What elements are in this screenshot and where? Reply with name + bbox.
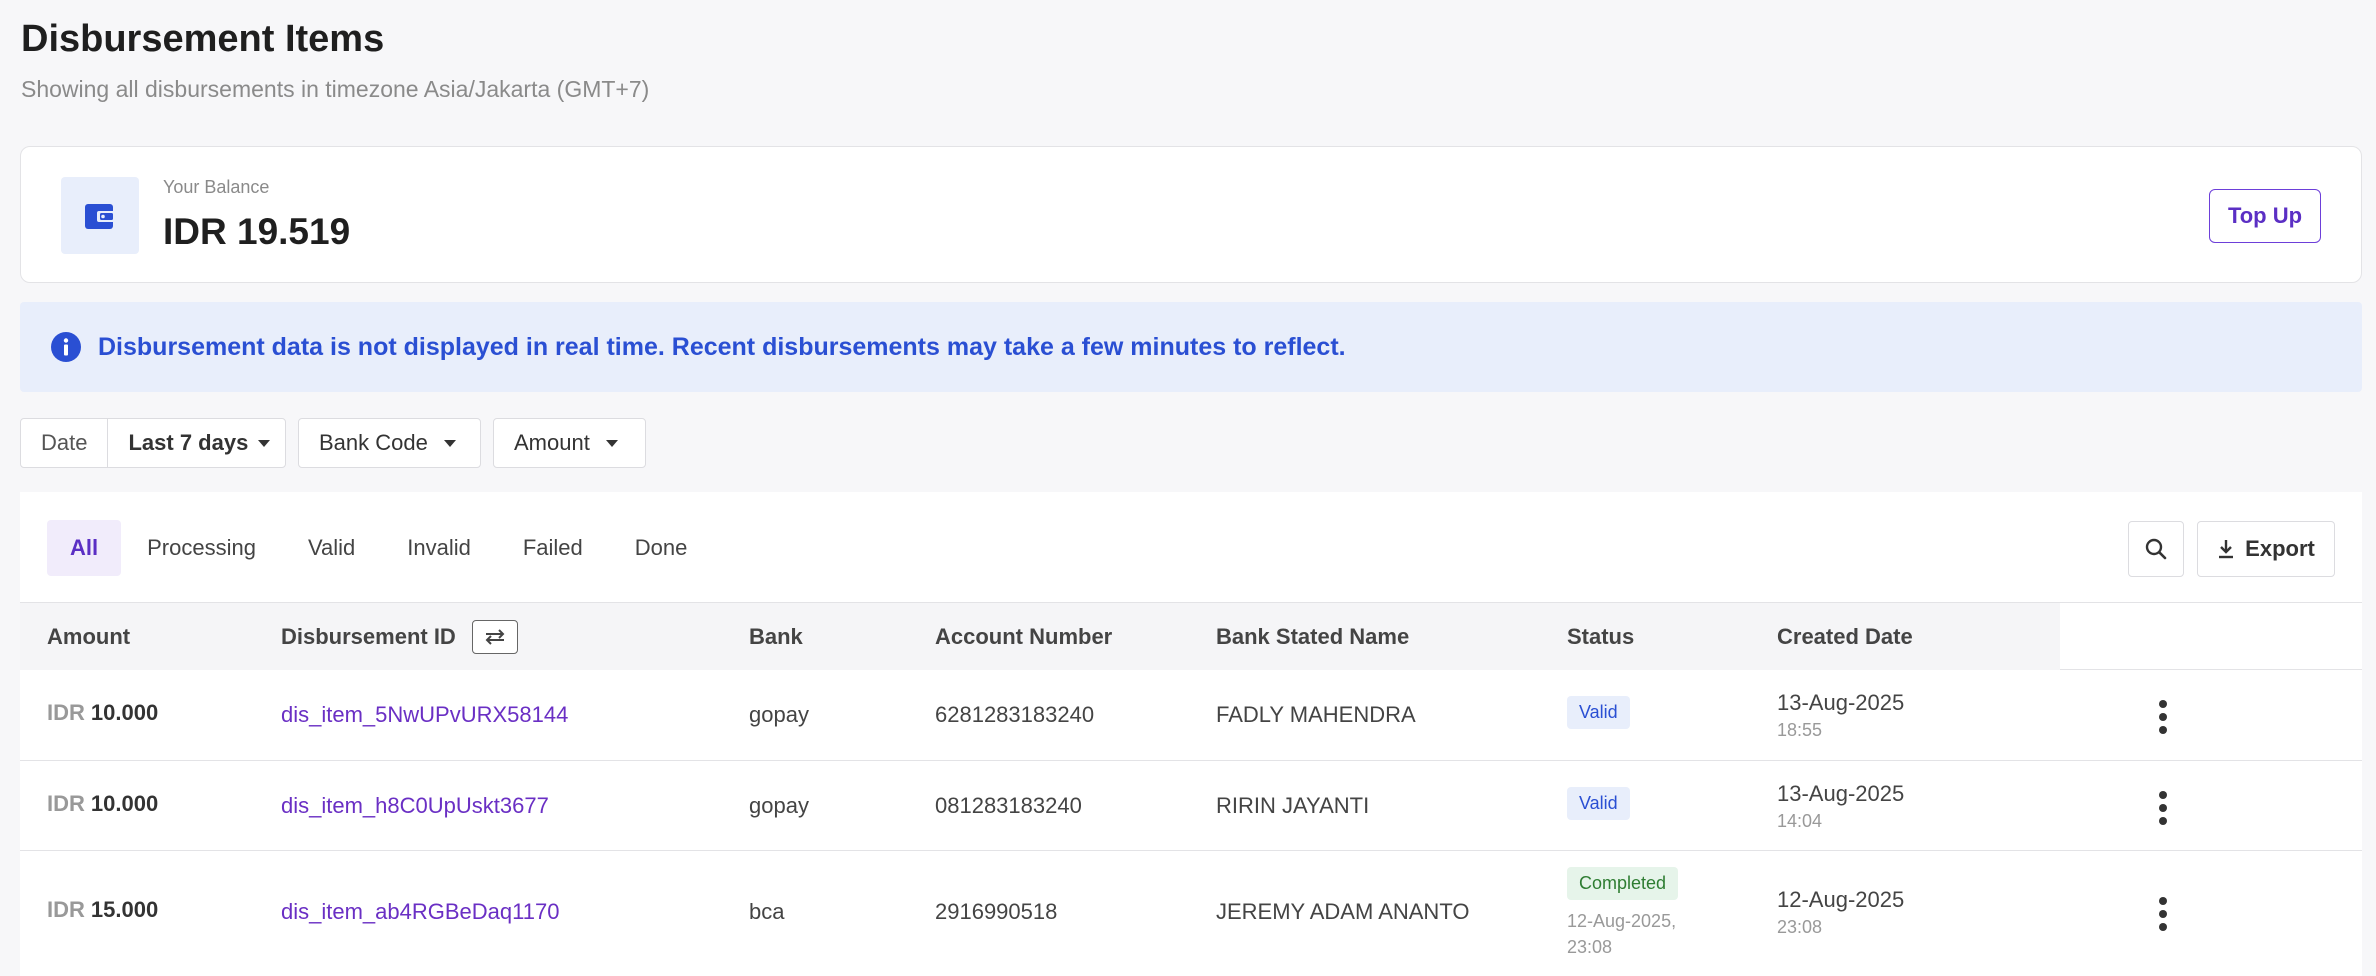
column-header-status: Status — [1567, 623, 1635, 649]
notice-text: Disbursement data is not displayed in re… — [98, 332, 1346, 361]
currency-label: IDR — [47, 700, 85, 725]
bank-code-filter-label: Bank Code — [319, 430, 428, 455]
swap-id-button[interactable] — [471, 619, 518, 654]
page-title: Disbursement Items — [21, 18, 385, 60]
created-date-cell: 12-Aug-2025 23:08 — [1777, 887, 1904, 938]
account-number-cell: 081283183240 — [935, 793, 1082, 818]
amount-value: 10.000 — [90, 700, 159, 725]
disbursement-id-link[interactable]: dis_item_ab4RGBeDaq1170 — [281, 899, 559, 925]
status-badge: Completed — [1567, 867, 1679, 900]
tab-valid[interactable]: Valid — [282, 520, 381, 576]
status-timestamp: 12-Aug-2025, 23:08 — [1567, 908, 1678, 960]
created-date-cell: 13-Aug-2025 18:55 — [1777, 690, 1904, 741]
caret-down-icon — [258, 439, 271, 447]
created-time: 23:08 — [1777, 917, 1823, 937]
account-number-cell: 6281283183240 — [935, 702, 1095, 727]
disbursement-table-card: All Processing Valid Invalid Failed Done… — [20, 492, 2362, 976]
column-header-bank-stated-name: Bank Stated Name — [1216, 623, 1410, 649]
created-date: 13-Aug-2025 — [1777, 781, 1905, 806]
tab-failed[interactable]: Failed — [497, 520, 609, 576]
bank-stated-name-cell: RIRIN JAYANTI — [1216, 793, 1370, 818]
tab-done[interactable]: Done — [609, 520, 714, 576]
table-row[interactable]: IDR 15.000 dis_item_ab4RGBeDaq1170 bca 29… — [20, 851, 2362, 976]
export-button[interactable]: Export — [2197, 521, 2335, 577]
date-filter-value-text: Last 7 days — [128, 430, 249, 455]
amount-filter-label: Amount — [514, 430, 590, 455]
status-cell: Completed 12-Aug-2025, 23:08 — [1567, 867, 1679, 960]
caret-down-icon — [605, 439, 618, 447]
page: Disbursement Items Showing all disbursem… — [0, 0, 2376, 976]
bank-cell: bca — [749, 899, 785, 924]
top-up-button[interactable]: Top Up — [2209, 189, 2321, 243]
status-tabs: All Processing Valid Invalid Failed Done — [47, 520, 713, 576]
tab-processing[interactable]: Processing — [121, 520, 282, 576]
page-subtitle: Showing all disbursements in timezone As… — [21, 76, 650, 102]
amount-value: 10.000 — [90, 791, 159, 816]
disbursement-id-link[interactable]: dis_item_5NwUPvURX58144 — [281, 702, 568, 728]
column-header-created-date: Created Date — [1777, 623, 1913, 649]
wallet-icon — [61, 177, 139, 254]
row-menu-icon[interactable] — [2158, 700, 2168, 734]
column-header-disbursement-id-label: Disbursement ID — [281, 623, 456, 649]
status-badge: Valid — [1567, 696, 1630, 729]
caret-down-icon — [443, 439, 456, 447]
table-row[interactable]: IDR 10.000 dis_item_h8C0UpUskt3677 gopay … — [20, 761, 2362, 851]
created-date: 12-Aug-2025 — [1777, 887, 1905, 912]
column-header-disbursement-id: Disbursement ID — [281, 603, 518, 670]
filter-bar: Date Last 7 days Bank Code Amount — [20, 418, 646, 468]
bank-cell: gopay — [749, 793, 809, 818]
search-icon — [2145, 538, 2167, 560]
created-date: 13-Aug-2025 — [1777, 690, 1905, 715]
date-filter-value: Last 7 days — [108, 430, 271, 456]
realtime-notice: Disbursement data is not displayed in re… — [20, 302, 2362, 392]
balance-value: IDR 19.519 — [163, 211, 351, 252]
status-cell: Valid — [1567, 696, 1630, 729]
download-icon — [2219, 540, 2234, 559]
row-menu-icon[interactable] — [2158, 897, 2168, 931]
amount-filter[interactable]: Amount — [493, 418, 646, 468]
account-number-cell: 2916990518 — [935, 899, 1058, 924]
status-badge: Valid — [1567, 787, 1630, 820]
balance-card: Your Balance IDR 19.519 Top Up — [20, 146, 2362, 283]
status-time: 23:08 — [1567, 937, 1613, 957]
currency-label: IDR — [47, 897, 85, 922]
column-header-bank: Bank — [749, 623, 803, 649]
amount-cell: IDR 10.000 — [47, 700, 158, 726]
row-menu-icon[interactable] — [2158, 791, 2168, 825]
amount-cell: IDR 15.000 — [47, 897, 158, 923]
table-row[interactable]: IDR 10.000 dis_item_5NwUPvURX58144 gopay … — [20, 670, 2362, 761]
swap-icon — [485, 628, 505, 645]
table-header: Amount Disbursement ID Bank Account Numb… — [20, 602, 2362, 670]
date-filter[interactable]: Date Last 7 days — [20, 418, 286, 468]
bank-cell: gopay — [749, 702, 809, 727]
currency-label: IDR — [47, 791, 85, 816]
tab-invalid[interactable]: Invalid — [381, 520, 497, 576]
bank-stated-name-cell: FADLY MAHENDRA — [1216, 702, 1416, 727]
amount-cell: IDR 10.000 — [47, 791, 158, 817]
amount-value: 15.000 — [90, 897, 159, 922]
bank-code-filter[interactable]: Bank Code — [298, 418, 481, 468]
created-time: 18:55 — [1777, 720, 1823, 740]
tab-all[interactable]: All — [47, 520, 122, 576]
export-label: Export — [2245, 536, 2315, 561]
column-header-amount: Amount — [47, 623, 131, 649]
disbursement-id-link[interactable]: dis_item_h8C0UpUskt3677 — [281, 793, 549, 819]
status-cell: Valid — [1567, 787, 1630, 820]
date-filter-label: Date — [21, 419, 109, 467]
bank-stated-name-cell: JEREMY ADAM ANANTO — [1216, 899, 1470, 924]
search-button[interactable] — [2128, 521, 2184, 577]
created-time: 14:04 — [1777, 811, 1823, 831]
status-date: 12-Aug-2025, — [1567, 911, 1677, 931]
info-icon — [51, 332, 81, 362]
column-header-account-number: Account Number — [935, 623, 1113, 649]
created-date-cell: 13-Aug-2025 14:04 — [1777, 781, 1904, 832]
balance-label: Your Balance — [163, 177, 270, 197]
